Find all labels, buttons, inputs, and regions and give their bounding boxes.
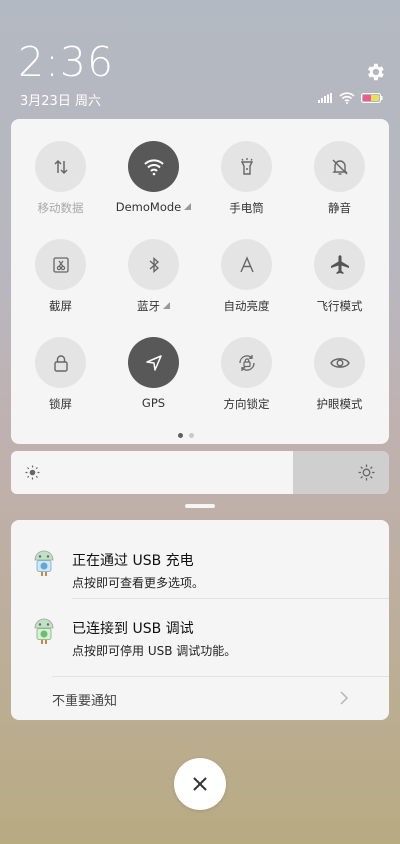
- cellular-signal-icon: [318, 93, 332, 103]
- page-dot: [189, 433, 194, 438]
- tile-label-text: DemoMode: [115, 200, 182, 214]
- status-area: 2:36 3月23日 周六: [0, 0, 400, 115]
- brightness-fill: [11, 451, 293, 494]
- notification-usb-charging[interactable]: 正在通过 USB 充电 点按即可查看更多选项。: [11, 526, 389, 598]
- brightness-slider[interactable]: [11, 451, 389, 494]
- notification-subtitle: 点按即可查看更多选项。: [72, 576, 205, 590]
- notification-subtitle: 点按即可停用 USB 调试功能。: [72, 644, 237, 658]
- tile-label: 移动数据: [37, 201, 84, 215]
- tile-label: 方向锁定: [223, 397, 270, 411]
- tile-wifi[interactable]: DemoMode: [107, 141, 200, 236]
- lock-icon: [35, 337, 86, 388]
- screenshot-icon: [35, 239, 86, 290]
- divider: [52, 676, 389, 677]
- brightness-high-icon: [358, 464, 375, 481]
- tile-airplane[interactable]: 飞行模式: [293, 239, 386, 334]
- quick-settings-panel: 移动数据 DemoMode 手电筒 静音 截屏 蓝牙 自动亮度 飞行模式 锁屏 …: [11, 119, 389, 444]
- tile-rotation-lock[interactable]: 方向锁定: [200, 337, 293, 432]
- tile-mute[interactable]: 静音: [293, 141, 386, 236]
- tile-lock-screen[interactable]: 锁屏: [14, 337, 107, 432]
- close-icon: [193, 777, 207, 791]
- tile-gps[interactable]: GPS: [107, 337, 200, 432]
- tile-mobile-data[interactable]: 移动数据: [14, 141, 107, 236]
- tile-label: 截屏: [49, 299, 72, 313]
- airplane-icon: [314, 239, 365, 290]
- date[interactable]: 3月23日 周六: [20, 90, 101, 109]
- tile-label: 锁屏: [49, 397, 72, 411]
- mute-bell-icon: [314, 141, 365, 192]
- clear-all-button[interactable]: [174, 758, 226, 810]
- tile-auto-brightness[interactable]: 自动亮度: [200, 239, 293, 334]
- notification-title: 已连接到 USB 调试: [72, 621, 194, 637]
- flashlight-icon: [221, 141, 272, 192]
- tile-label: 手电筒: [229, 201, 264, 215]
- clock[interactable]: 2:36: [18, 38, 114, 86]
- auto-brightness-icon: [221, 239, 272, 290]
- android-usb-icon: [34, 550, 54, 576]
- eye-icon: [314, 337, 365, 388]
- page-dot-active: [178, 433, 183, 438]
- expand-triangle-icon: [163, 302, 170, 309]
- tile-label: 自动亮度: [223, 299, 270, 313]
- expand-triangle-icon: [184, 203, 192, 210]
- tile-eye-care[interactable]: 护眼模式: [293, 337, 386, 432]
- notification-title: 正在通过 USB 充电: [72, 553, 194, 569]
- brightness-low-icon: [25, 465, 40, 480]
- page-indicator: [178, 433, 194, 438]
- tile-label: 蓝牙: [137, 298, 170, 314]
- tile-label-text: 蓝牙: [137, 299, 160, 313]
- notification-usb-debugging[interactable]: 已连接到 USB 调试 点按即可停用 USB 调试功能。: [11, 594, 389, 666]
- android-debug-icon: [34, 618, 54, 644]
- drag-handle[interactable]: [185, 504, 215, 508]
- tile-screenshot[interactable]: 截屏: [14, 239, 107, 334]
- battery-icon: [361, 93, 383, 103]
- mobile-data-icon: [35, 141, 86, 192]
- notification-card: 正在通过 USB 充电 点按即可查看更多选项。 已连接到 USB 调试 点按即可…: [11, 520, 389, 720]
- tile-flashlight[interactable]: 手电筒: [200, 141, 293, 236]
- wifi-icon: [339, 92, 355, 104]
- unimportant-notifications-label: 不重要通知: [52, 694, 118, 709]
- tile-label: 飞行模式: [316, 299, 363, 313]
- location-arrow-icon: [128, 337, 179, 388]
- rotation-lock-icon: [221, 337, 272, 388]
- tile-label: GPS: [141, 396, 166, 410]
- tile-bluetooth[interactable]: 蓝牙: [107, 239, 200, 334]
- tile-label: 护眼模式: [316, 397, 363, 411]
- chevron-right-icon: [340, 691, 349, 705]
- tile-label: 静音: [328, 201, 351, 215]
- system-icons: [318, 92, 383, 104]
- tile-label: DemoMode: [116, 200, 192, 214]
- wifi-icon: [128, 141, 179, 192]
- bluetooth-icon: [128, 239, 179, 290]
- gear-icon[interactable]: [364, 61, 386, 83]
